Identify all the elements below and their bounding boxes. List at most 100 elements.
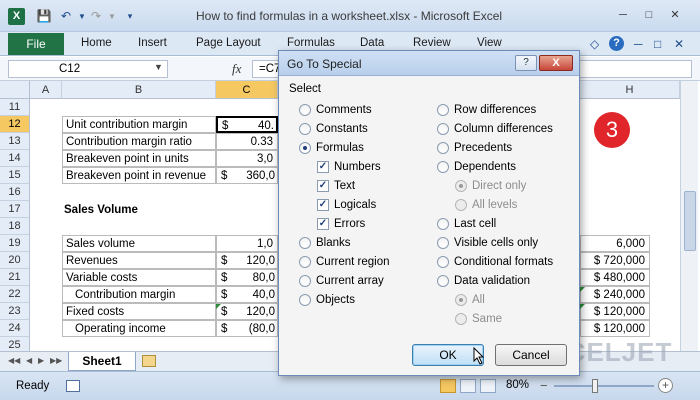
cell-b15[interactable]: Breakeven point in revenue	[62, 167, 216, 184]
radio-icon[interactable]	[437, 256, 449, 268]
checkbox-checked-icon[interactable]: ✓	[317, 180, 329, 192]
column-header-b[interactable]: B	[62, 81, 216, 99]
row-header[interactable]: 21	[0, 269, 30, 286]
select-all-corner[interactable]	[0, 81, 30, 99]
column-header-c[interactable]: C	[216, 81, 278, 99]
cell-h24[interactable]: $ 120,000	[580, 320, 650, 337]
undo-icon[interactable]: ↶	[58, 9, 74, 24]
redo-dropdown-icon[interactable]: ▼	[104, 9, 120, 24]
radio-selected-icon[interactable]	[299, 142, 311, 154]
cell-h23[interactable]: $ 120,000	[580, 303, 650, 320]
zoom-level[interactable]: 80%	[506, 379, 529, 391]
ribbon-minimize-icon[interactable]: ◇	[590, 37, 599, 51]
name-box[interactable]: C12	[8, 60, 168, 78]
row-header[interactable]: 17	[0, 201, 30, 218]
zoom-out-icon[interactable]: −	[540, 378, 548, 393]
insert-function-icon[interactable]: fx	[232, 61, 241, 77]
row-header[interactable]: 12	[0, 116, 30, 133]
cell-c21[interactable]: $ 80,0	[216, 269, 278, 286]
row-header[interactable]: 19	[0, 235, 30, 252]
checkbox-numbers[interactable]: ✓ Numbers	[317, 159, 381, 175]
cell-c24[interactable]: $ (80,0	[216, 320, 278, 337]
option-conditional-formats[interactable]: Conditional formats	[437, 254, 553, 270]
normal-view-icon[interactable]	[440, 379, 456, 393]
radio-icon[interactable]	[437, 142, 449, 154]
radio-icon[interactable]	[299, 237, 311, 249]
row-header[interactable]: 22	[0, 286, 30, 303]
last-sheet-icon[interactable]: ▶▶	[50, 356, 62, 365]
next-sheet-icon[interactable]: ▶	[38, 356, 44, 365]
tab-page-layout[interactable]: Page Layout	[196, 37, 261, 49]
cell-b14[interactable]: Breakeven point in units	[62, 150, 216, 167]
cell-b20[interactable]: Revenues	[62, 252, 216, 269]
option-formulas[interactable]: Formulas	[299, 140, 364, 156]
cell-b24[interactable]: Operating income	[62, 320, 216, 337]
option-constants[interactable]: Constants	[299, 121, 368, 137]
radio-icon[interactable]	[437, 161, 449, 173]
close-icon[interactable]: ✕	[664, 7, 686, 23]
row-header[interactable]: 23	[0, 303, 30, 320]
row-header[interactable]: 20	[0, 252, 30, 269]
dialog-title-bar[interactable]: Go To Special ? X	[279, 51, 579, 76]
cell-h20[interactable]: $ 720,000	[580, 252, 650, 269]
radio-icon[interactable]	[437, 123, 449, 135]
radio-icon[interactable]	[299, 104, 311, 116]
option-visible-cells-only[interactable]: Visible cells only	[437, 235, 538, 251]
workbook-minimize-icon[interactable]: ─	[634, 37, 643, 51]
cell-c13[interactable]: 0.33	[216, 133, 278, 150]
option-comments[interactable]: Comments	[299, 102, 372, 118]
radio-icon[interactable]	[437, 237, 449, 249]
radio-icon[interactable]	[299, 275, 311, 287]
row-header[interactable]: 18	[0, 218, 30, 235]
workbook-restore-icon[interactable]: □	[654, 37, 661, 51]
tab-review[interactable]: Review	[413, 37, 451, 49]
cell-c22[interactable]: $ 40,0	[216, 286, 278, 303]
radio-icon[interactable]	[299, 294, 311, 306]
radio-icon[interactable]	[299, 123, 311, 135]
cell-b12[interactable]: Unit contribution margin	[62, 116, 216, 133]
cell-b17-heading[interactable]: Sales Volume	[64, 202, 214, 219]
dialog-help-button[interactable]: ?	[515, 55, 537, 71]
row-header[interactable]: 15	[0, 167, 30, 184]
radio-icon[interactable]	[437, 104, 449, 116]
name-box-dropdown-icon[interactable]: ▼	[154, 62, 163, 72]
zoom-in-icon[interactable]: +	[658, 378, 673, 393]
row-header[interactable]: 13	[0, 133, 30, 150]
column-header-h[interactable]: H	[580, 81, 680, 99]
cell-b22[interactable]: Contribution margin	[62, 286, 216, 303]
cell-h22[interactable]: $ 240,000	[580, 286, 650, 303]
option-row-differences[interactable]: Row differences	[437, 102, 536, 118]
cell-c23[interactable]: $ 120,0	[216, 303, 278, 320]
page-layout-view-icon[interactable]	[460, 379, 476, 393]
option-column-differences[interactable]: Column differences	[437, 121, 553, 137]
option-objects[interactable]: Objects	[299, 292, 355, 308]
minimize-icon[interactable]: ─	[612, 7, 634, 23]
dialog-close-button[interactable]: X	[539, 55, 573, 71]
sheet-tab-sheet1[interactable]: Sheet1	[68, 352, 136, 371]
save-icon[interactable]: 💾	[36, 9, 52, 24]
cell-c20[interactable]: $ 120,0	[216, 252, 278, 269]
cell-h21[interactable]: $ 480,000	[580, 269, 650, 286]
tab-formulas[interactable]: Formulas	[287, 37, 335, 49]
checkbox-checked-icon[interactable]: ✓	[317, 218, 329, 230]
page-break-view-icon[interactable]	[480, 379, 496, 393]
cell-b19[interactable]: Sales volume	[62, 235, 216, 252]
tab-insert[interactable]: Insert	[138, 37, 167, 49]
zoom-slider-thumb[interactable]	[592, 379, 598, 393]
option-last-cell[interactable]: Last cell	[437, 216, 496, 232]
cell-b23[interactable]: Fixed costs	[62, 303, 216, 320]
row-header[interactable]: 11	[0, 99, 30, 116]
column-header-a[interactable]: A	[30, 81, 62, 99]
tab-view[interactable]: View	[477, 37, 502, 49]
redo-icon[interactable]: ↷	[88, 9, 104, 24]
option-current-array[interactable]: Current array	[299, 273, 384, 289]
cell-b21[interactable]: Variable costs	[62, 269, 216, 286]
first-sheet-icon[interactable]: ◀◀	[8, 356, 20, 365]
option-current-region[interactable]: Current region	[299, 254, 390, 270]
prev-sheet-icon[interactable]: ◀	[26, 356, 32, 365]
cancel-button[interactable]: Cancel	[495, 344, 567, 366]
checkbox-logicals[interactable]: ✓ Logicals	[317, 197, 376, 213]
row-header[interactable]: 14	[0, 150, 30, 167]
insert-sheet-icon[interactable]	[142, 355, 156, 367]
help-icon[interactable]: ?	[609, 36, 624, 51]
